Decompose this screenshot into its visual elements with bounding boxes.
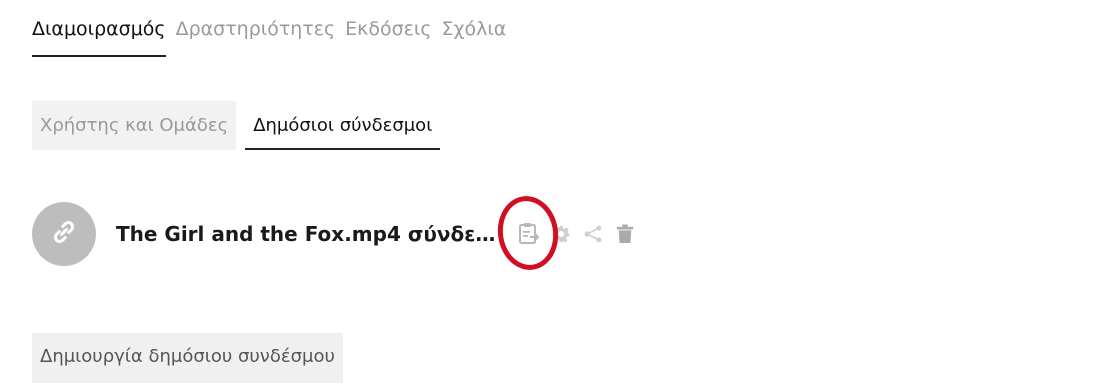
link-avatar [32, 202, 96, 266]
create-public-link-button[interactable]: Δημιουργία δημόσιου συνδέσμου [32, 333, 343, 383]
tab-versions[interactable]: Εκδόσεις [345, 16, 431, 57]
subtab-public-links[interactable]: Δημόσιοι σύνδεσμοι [245, 101, 441, 150]
link-icon [49, 217, 79, 251]
tab-sharing[interactable]: Διαμοιρασμός [32, 16, 166, 57]
link-actions [493, 192, 637, 274]
tab-comments[interactable]: Σχόλια [442, 16, 507, 57]
tab-activities[interactable]: Δραστηριότητες [176, 16, 336, 57]
share-icon[interactable] [581, 222, 605, 246]
link-name: The Girl and the Fox.mp4 σύνδε… [116, 222, 496, 246]
copy-link-icon[interactable] [517, 222, 541, 246]
settings-icon[interactable] [549, 222, 573, 246]
delete-icon[interactable] [613, 222, 637, 246]
sharing-subtabs: Χρήστης και Ομάδες Δημόσιοι σύνδεσμοι [32, 101, 441, 150]
section-tabs: Διαμοιρασμός Δραστηριότητες Εκδόσεις Σχό… [32, 16, 506, 57]
public-link-row: The Girl and the Fox.mp4 σύνδε… [32, 192, 637, 274]
subtab-users-groups[interactable]: Χρήστης και Ομάδες [32, 101, 237, 150]
